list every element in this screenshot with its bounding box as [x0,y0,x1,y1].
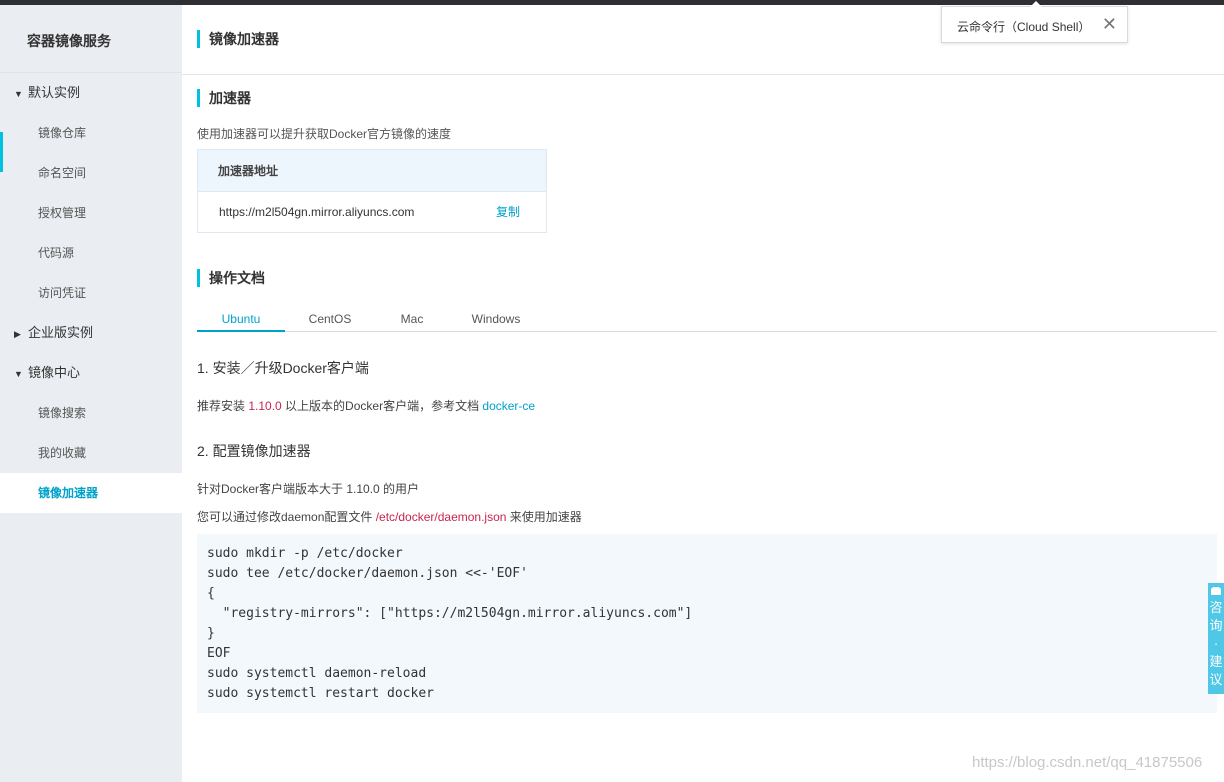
recommended-version: 1.10.0 [248,399,282,413]
feedback-button[interactable]: 咨 询 · 建 议 [1208,583,1224,694]
accelerator-address: https://m2l504gn.mirror.aliyuncs.com [219,205,415,219]
feedback-char: 询 [1209,618,1223,633]
accelerator-description: 使用加速器可以提升获取Docker官方镜像的速度 [197,127,452,141]
caret-right-icon: ▶ [14,329,21,339]
sidebar-item-authorization[interactable]: 授权管理 [0,193,182,233]
docker-ce-link[interactable]: docker-ce [482,399,535,413]
sidebar-item-accelerator[interactable]: 镜像加速器 [0,473,182,513]
code-block[interactable]: sudo mkdir -p /etc/docker sudo tee /etc/… [197,534,1217,713]
step2-line1: 针对Docker客户端版本大于 1.10.0 的用户 [197,482,420,496]
accelerator-table-header: 加速器地址 [198,150,546,192]
sidebar-item-favorites[interactable]: 我的收藏 [0,433,182,473]
sidebar-item-code-source[interactable]: 代码源 [0,233,182,273]
main-content: 镜像加速器 加速器 使用加速器可以提升获取Docker官方镜像的速度 加速器地址… [182,5,1224,782]
code-line: { [207,586,215,601]
copy-button[interactable]: 复制 [496,192,520,232]
accelerator-address-row: https://m2l504gn.mirror.aliyuncs.com 复制 [198,192,546,232]
code-line: EOF [207,646,231,661]
tab-mac[interactable]: Mac [392,309,432,332]
page-title: 镜像加速器 [197,30,279,48]
daemon-config-path: /etc/docker/daemon.json [375,510,507,524]
feedback-char: 咨 [1209,600,1223,615]
feedback-char: 建 [1209,654,1223,669]
sidebar-group-default-instance[interactable]: ▼ 默认实例 [0,73,182,113]
sidebar-group-label: 镜像中心 [28,365,81,380]
step1-text: 推荐安装 1.10.0 以上版本的Docker客户端，参考文档 docker-c… [197,397,535,414]
sidebar: 容器镜像服务 ▼ 默认实例 镜像仓库 命名空间 授权管理 代码源 访问凭证 ▶ 企业… [0,5,182,782]
sidebar-group-enterprise-instance[interactable]: ▶ 企业版实例 [0,313,182,353]
caret-down-icon: ▼ [14,369,23,379]
tab-windows[interactable]: Windows [465,309,527,332]
step1-text-middle: 以上版本的Docker客户端，参考文档 [281,399,483,413]
caret-down-icon: ▼ [14,89,23,99]
step1-text-prefix: 推荐安装 [197,399,249,413]
sidebar-item-image-search[interactable]: 镜像搜索 [0,393,182,433]
cloud-shell-popup[interactable]: 云命令行（Cloud Shell） ✕ [941,1,1128,43]
close-icon[interactable]: ✕ [1102,15,1117,33]
sidebar-item-namespaces[interactable]: 命名空间 [0,153,182,193]
accelerator-address-table: 加速器地址 https://m2l504gn.mirror.aliyuncs.c… [197,149,547,233]
os-tabs: Ubuntu CentOS Mac Windows [197,309,1217,332]
code-line: sudo mkdir -p /etc/docker [207,546,403,561]
tab-centos[interactable]: CentOS [302,309,358,332]
step1-title: 1. 安装／升级Docker客户端 [197,360,369,376]
code-line: sudo tee /etc/docker/daemon.json <<-'EOF… [207,566,528,581]
step2-title: 2. 配置镜像加速器 [197,443,311,459]
left-edge-indicator [0,132,3,172]
step2-line2-suffix: 来使用加速器 [506,510,582,524]
step2-line2-prefix: 您可以通过修改daemon配置文件 [197,510,376,524]
chat-icon [1211,587,1221,595]
step2-line2: 您可以通过修改daemon配置文件 /etc/docker/daemon.jso… [197,508,582,525]
sidebar-group-label: 默认实例 [28,85,81,100]
code-line: } [207,626,215,641]
accelerator-section-title: 加速器 [197,89,251,107]
sidebar-item-credentials[interactable]: 访问凭证 [0,273,182,313]
tab-ubuntu[interactable]: Ubuntu [197,309,285,332]
cloud-shell-label[interactable]: 云命令行（Cloud Shell） [957,18,1090,35]
watermark: https://blog.csdn.net/qq_41875506 [972,754,1203,771]
feedback-char: 议 [1209,672,1223,687]
code-line: sudo systemctl daemon-reload [207,666,427,681]
code-line: "registry-mirrors": ["https://m2l504gn.m… [207,606,693,621]
sidebar-title: 容器镜像服务 [0,5,182,73]
popup-arrow [1030,1,1042,7]
docs-section-title: 操作文档 [197,269,265,287]
sidebar-group-label: 企业版实例 [28,325,94,340]
sidebar-item-repositories[interactable]: 镜像仓库 [0,113,182,153]
sidebar-group-image-center[interactable]: ▼ 镜像中心 [0,353,182,393]
code-line: sudo systemctl restart docker [207,686,434,701]
feedback-char: · [1213,636,1219,651]
